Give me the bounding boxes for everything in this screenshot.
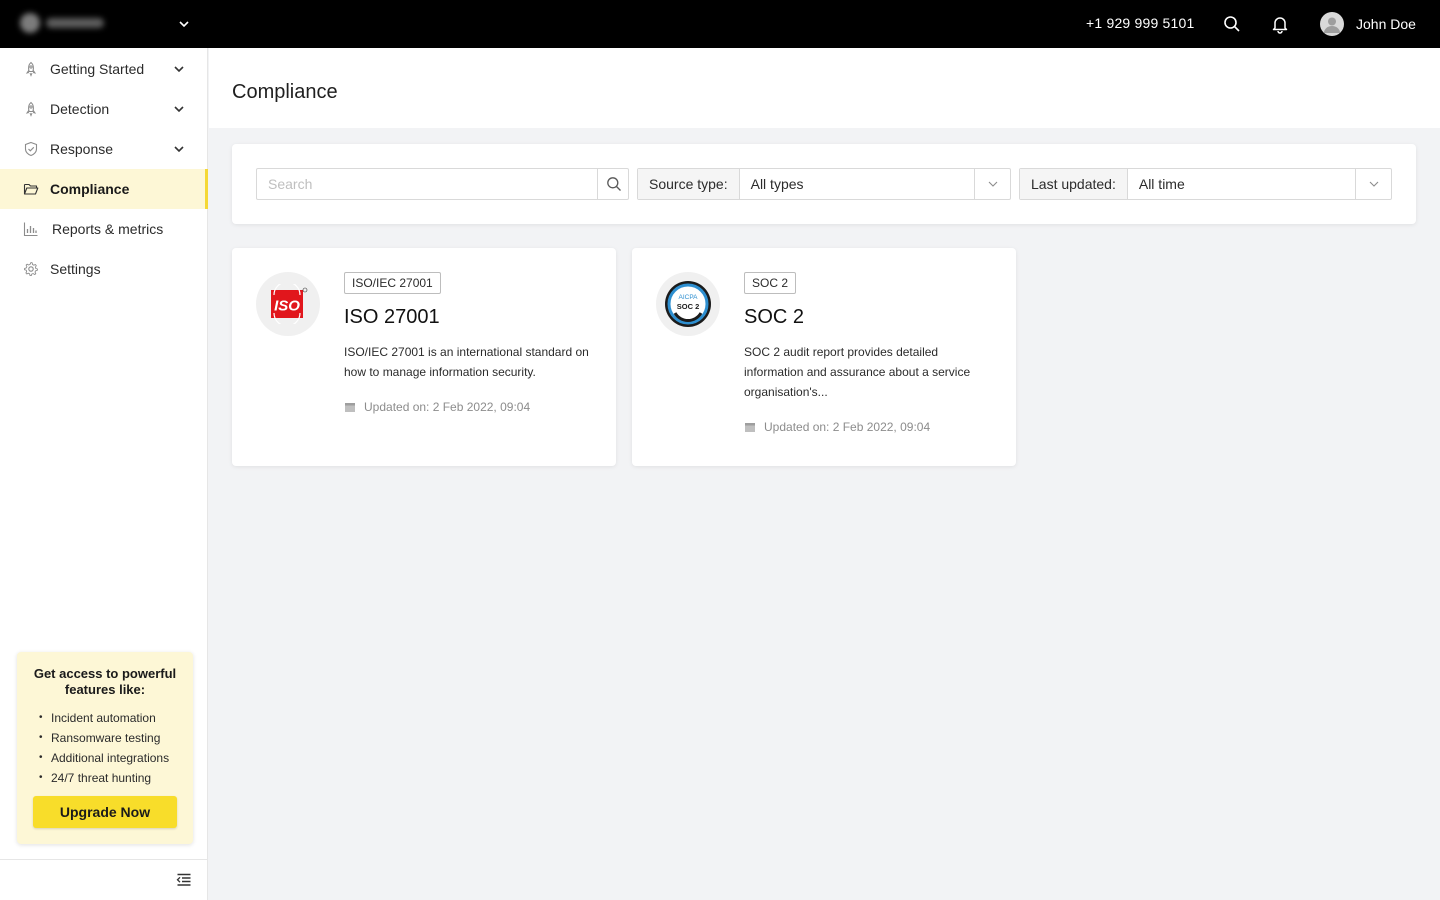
page-title: Compliance (232, 81, 338, 103)
card-title: SOC 2 (744, 306, 805, 328)
sidebar-item-label: Compliance (50, 181, 130, 197)
chevron-down-icon (988, 181, 997, 187)
feature-item: Incident automation (27, 708, 183, 728)
user-menu[interactable]: John Doe (1320, 12, 1416, 36)
search-field (256, 168, 629, 200)
last-updated-label: Last updated: (1020, 169, 1128, 199)
updated-text: Updated on: 2 Feb 2022, 09:04 (764, 420, 931, 434)
upgrade-title: Get access to powerful features like: (33, 666, 177, 697)
bar-chart-icon (23, 222, 38, 237)
search-icon[interactable] (1222, 14, 1242, 34)
feature-item: 24/7 threat hunting (27, 768, 183, 788)
source-type-dropdown[interactable] (974, 169, 1010, 199)
standard-tag: ISO/IEC 27001 (344, 272, 441, 294)
upgrade-promo: Get access to powerful features like: In… (17, 652, 193, 844)
support-phone[interactable]: +1 929 999 5101 (1086, 15, 1195, 31)
standard-tag: SOC 2 (744, 272, 797, 294)
sidebar-item-settings[interactable]: Settings (0, 249, 207, 289)
search-button[interactable] (597, 169, 629, 199)
avatar-icon (1320, 12, 1344, 36)
iso-logo: ISO (256, 272, 320, 336)
folder-icon (23, 183, 39, 195)
user-name: John Doe (1356, 16, 1416, 32)
source-type-label: Source type: (638, 169, 740, 199)
filter-bar: Source type: All types Last updated: All… (232, 144, 1416, 224)
sidebar-item-label: Response (50, 141, 114, 157)
feature-item: Ransomware testing (27, 728, 183, 748)
card-title: ISO 27001 (344, 306, 440, 328)
compliance-card-iso-27001[interactable]: ISO ISO/IEC 27001 ISO 27001 ISO/IEC 2700… (232, 248, 616, 466)
soc2-logo-text: SOC 2 (677, 302, 700, 311)
card-description: ISO/IEC 27001 is an international standa… (344, 345, 589, 379)
card-description: SOC 2 audit report provides detailed inf… (744, 345, 971, 399)
updated-text: Updated on: 2 Feb 2022, 09:04 (364, 400, 531, 414)
gear-icon (24, 262, 38, 277)
collapse-sidebar-icon[interactable] (176, 872, 192, 888)
shield-check-icon (24, 141, 38, 157)
chevron-down-icon[interactable] (172, 102, 186, 116)
chevron-down-icon[interactable] (176, 16, 192, 32)
card-updated: Updated on: 2 Feb 2022, 09:04 (344, 400, 530, 414)
sidebar-item-label: Reports & metrics (52, 221, 164, 237)
bell-icon[interactable] (1270, 14, 1290, 34)
source-type-select[interactable]: Source type: All types (637, 168, 1011, 200)
upgrade-now-button[interactable]: Upgrade Now (33, 796, 177, 828)
sidebar-item-reports-metrics[interactable]: Reports & metrics (0, 209, 207, 249)
aicpa-text: AICPA (678, 294, 698, 301)
sidebar-divider (0, 859, 207, 860)
search-icon (606, 177, 621, 191)
compliance-card-soc-2[interactable]: AICPA SOC 2 SOC 2 SOC 2 SOC 2 audit repo… (632, 248, 1016, 466)
sidebar-item-label: Settings (50, 261, 101, 277)
sidebar: Getting Started Detection Response Compl… (0, 48, 208, 900)
sidebar-item-getting-started[interactable]: Getting Started (0, 49, 207, 89)
search-input[interactable] (257, 169, 597, 199)
last-updated-dropdown[interactable] (1355, 169, 1391, 199)
iso-logo-text: ISO (274, 298, 300, 315)
last-updated-select[interactable]: Last updated: All time (1019, 168, 1392, 200)
last-updated-value[interactable]: All time (1128, 169, 1355, 199)
soc2-logo: AICPA SOC 2 (656, 272, 720, 336)
sidebar-item-compliance[interactable]: Compliance (0, 169, 208, 209)
calendar-icon (745, 423, 755, 432)
chevron-down-icon[interactable] (172, 142, 186, 156)
brand-logo[interactable] (20, 12, 106, 34)
top-bar: +1 929 999 5101 John Doe (0, 0, 1440, 48)
sidebar-item-label: Detection (50, 101, 110, 117)
card-updated: Updated on: 2 Feb 2022, 09:04 (744, 420, 930, 434)
source-type-value[interactable]: All types (740, 169, 974, 199)
page-header: Compliance (209, 48, 1440, 128)
chevron-down-icon[interactable] (172, 62, 186, 76)
feature-item: Additional integrations (27, 748, 183, 768)
chevron-down-icon (1369, 181, 1378, 187)
sidebar-item-response[interactable]: Response (0, 129, 207, 169)
feature-list: Incident automation Ransomware testing A… (27, 708, 183, 788)
rocket-icon (25, 61, 37, 77)
sidebar-item-detection[interactable]: Detection (0, 89, 207, 129)
sidebar-item-label: Getting Started (50, 61, 145, 77)
calendar-icon (345, 403, 355, 412)
rocket-icon (25, 101, 37, 117)
